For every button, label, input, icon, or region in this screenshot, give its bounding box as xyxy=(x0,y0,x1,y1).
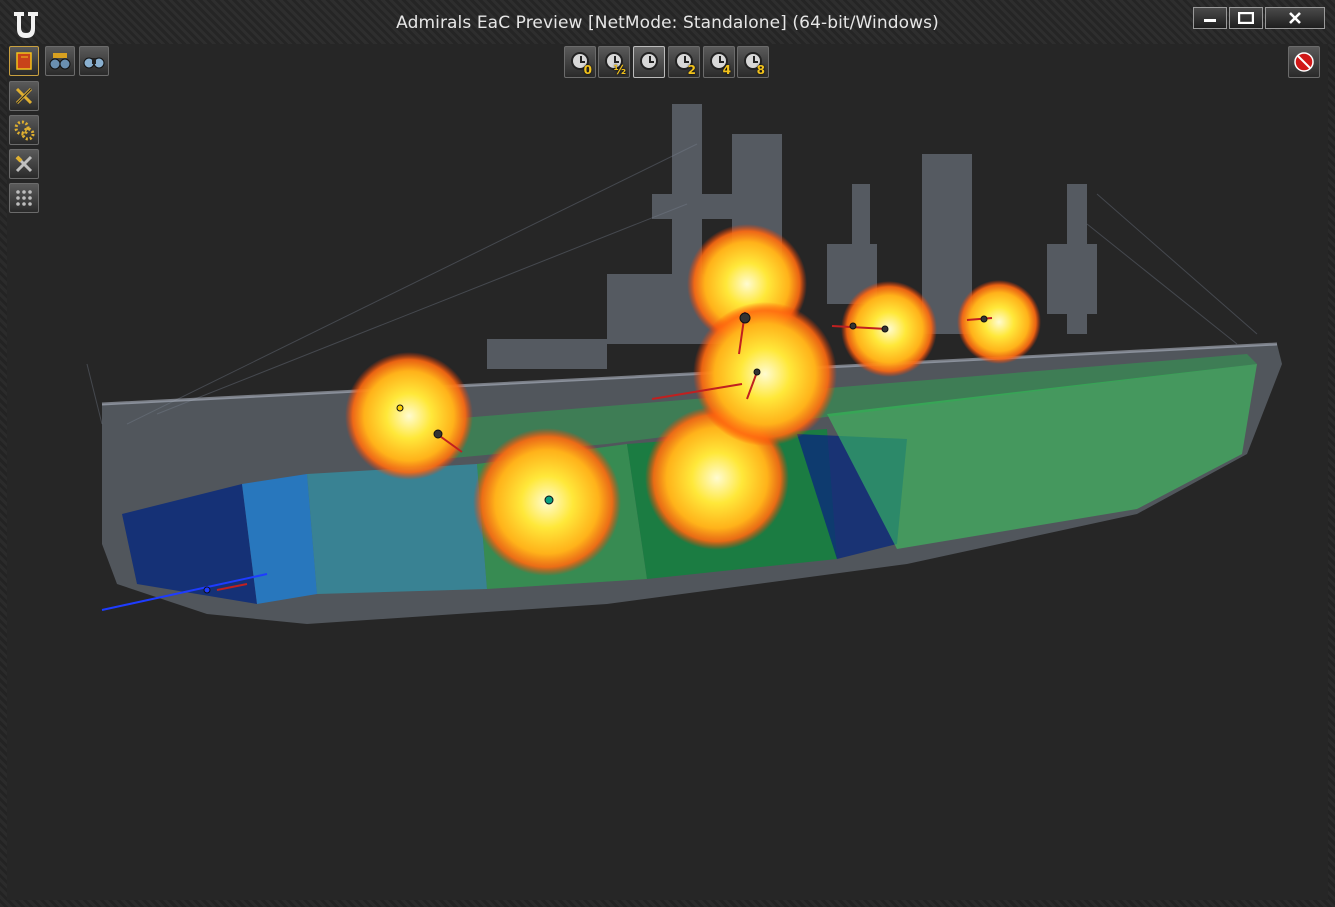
gears-icon xyxy=(14,120,35,141)
binoculars-button[interactable] xyxy=(79,46,109,76)
crew-binoculars-button[interactable] xyxy=(45,46,75,76)
time-speed-4-button[interactable]: 4 xyxy=(703,46,735,78)
game-viewport[interactable]: 0 ½ 2 4 8 xyxy=(7,44,1328,900)
maximize-icon xyxy=(1238,12,1254,24)
no-entry-icon xyxy=(1294,52,1314,72)
time-speed-0-button[interactable]: 0 xyxy=(564,46,596,78)
clock-icon xyxy=(640,52,658,70)
grid-dots-button[interactable] xyxy=(9,183,39,213)
time-speed-8-button[interactable]: 8 xyxy=(737,46,769,78)
time-speed-label: 4 xyxy=(722,63,731,77)
manual-book-icon xyxy=(16,52,32,70)
crew-binoculars-icon xyxy=(49,53,71,70)
stop-button[interactable] xyxy=(1288,46,1320,78)
close-icon xyxy=(1289,12,1301,24)
time-speed-1-button[interactable] xyxy=(633,46,665,78)
binoculars-icon xyxy=(83,57,105,69)
window-title: Admirals EaC Preview [NetMode: Standalon… xyxy=(396,13,939,33)
minimize-button[interactable] xyxy=(1193,7,1227,29)
hammer-pick-button[interactable] xyxy=(9,81,39,111)
minimize-icon xyxy=(1204,19,1216,22)
time-speed-label: 8 xyxy=(756,63,765,77)
time-speed-label: 0 xyxy=(583,63,592,77)
time-speed-2-button[interactable]: 2 xyxy=(668,46,700,78)
title-bar[interactable]: Admirals EaC Preview [NetMode: Standalon… xyxy=(0,0,1335,44)
gears-button[interactable] xyxy=(9,115,39,145)
grid-dots-icon xyxy=(16,190,32,206)
hammer-pick-icon xyxy=(15,87,33,105)
close-button[interactable] xyxy=(1265,7,1325,29)
time-speed-label: 2 xyxy=(687,63,696,77)
maximize-button[interactable] xyxy=(1229,7,1263,29)
crossed-tools-icon xyxy=(15,155,33,173)
time-speed-half-button[interactable]: ½ xyxy=(598,46,630,78)
ship-scene xyxy=(86,104,1282,624)
manual-book-button[interactable] xyxy=(9,46,39,76)
crossed-tools-button[interactable] xyxy=(9,149,39,179)
time-speed-label: ½ xyxy=(613,63,626,77)
